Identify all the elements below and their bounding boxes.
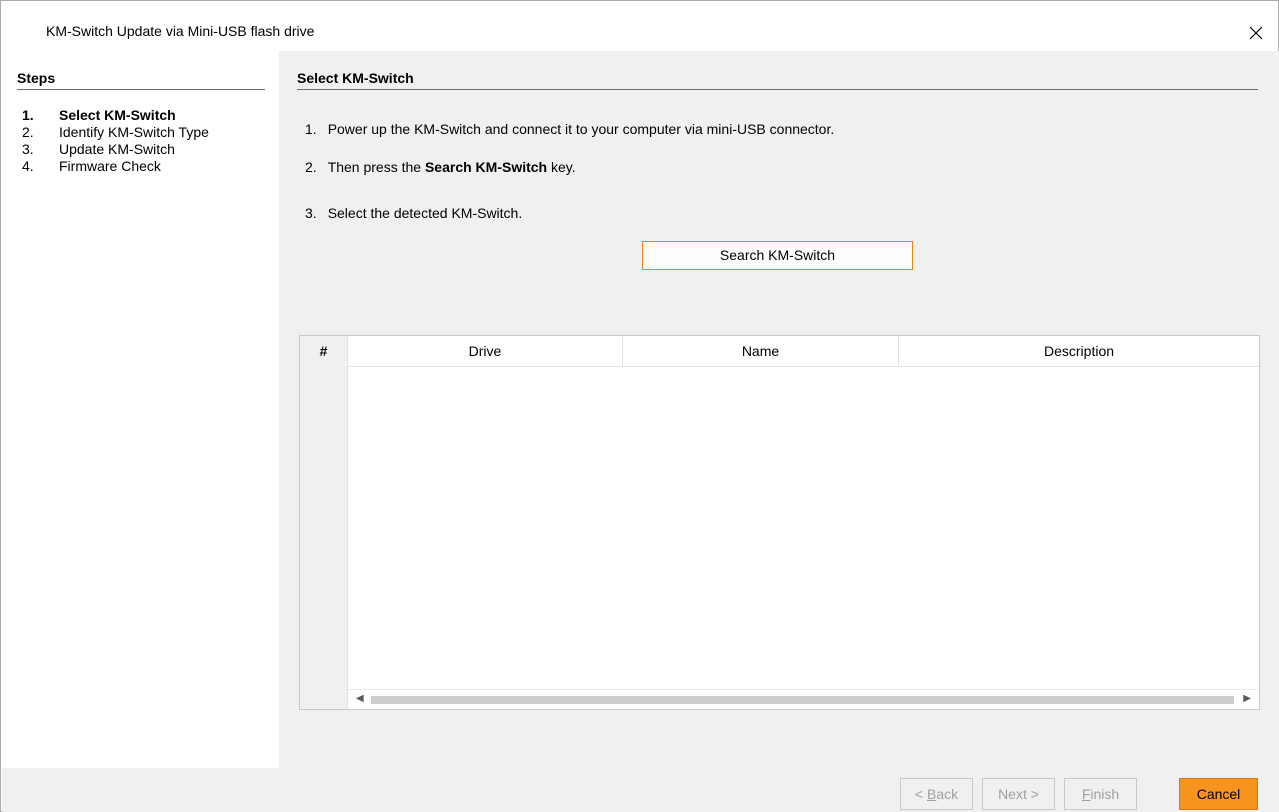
search-km-switch-button[interactable]: Search KM-Switch	[642, 241, 913, 270]
finish-label-post: inish	[1090, 786, 1120, 802]
steps-list: 1. Select KM-Switch 2. Identify KM-Switc…	[22, 107, 209, 175]
back-button[interactable]: < Back	[900, 778, 973, 810]
back-label-pre: <	[914, 786, 927, 802]
instruction-text-pre: Then press the	[327, 159, 425, 175]
row-header-column	[300, 367, 348, 709]
step-label: Select KM-Switch	[59, 107, 176, 123]
column-header-name[interactable]: Name	[623, 336, 899, 367]
instruction-number: 3.	[305, 205, 317, 221]
close-button[interactable]	[1234, 19, 1278, 47]
back-label-mnemonic: B	[926, 786, 937, 802]
step-item-select: 1. Select KM-Switch	[22, 107, 209, 124]
horizontal-scrollbar[interactable]: ◀ ▶	[348, 689, 1259, 709]
instruction-number: 2.	[305, 159, 317, 175]
close-icon	[1249, 26, 1263, 40]
step-label: Identify KM-Switch Type	[59, 124, 209, 140]
step-number: 2.	[22, 124, 34, 140]
step-number: 3.	[22, 141, 34, 157]
back-label-post: ack	[936, 786, 959, 802]
finish-button[interactable]: Finish	[1064, 778, 1137, 810]
scroll-right-icon[interactable]: ▶	[1243, 693, 1251, 704]
content-panel: Select KM-Switch 1. Power up the KM-Switc…	[279, 51, 1279, 768]
column-header-description[interactable]: Description	[899, 336, 1259, 367]
cancel-button[interactable]: Cancel	[1179, 778, 1258, 810]
instruction-1: 1. Power up the KM-Switch and connect it …	[305, 121, 834, 137]
table-header: # Drive Name Description	[300, 336, 1259, 367]
next-button[interactable]: Next >	[982, 778, 1055, 810]
column-header-number[interactable]: #	[300, 336, 348, 367]
page-title: Select KM-Switch	[297, 70, 1258, 90]
instruction-text-bold: Search KM-Switch	[424, 159, 548, 175]
step-label: Firmware Check	[59, 158, 161, 174]
scroll-left-icon[interactable]: ◀	[356, 693, 364, 704]
title-bar: KM-Switch Update via Mini-USB flash driv…	[1, 1, 1278, 51]
step-item-identify: 2. Identify KM-Switch Type	[22, 124, 209, 141]
button-bar: < Back Next > Finish Cancel	[2, 768, 1279, 812]
wizard-window: KM-Switch Update via Mini-USB flash driv…	[0, 0, 1279, 812]
instruction-text: Power up the KM-Switch and connect it to…	[327, 121, 835, 137]
instruction-text-post: key.	[547, 159, 576, 175]
step-item-update: 3. Update KM-Switch	[22, 141, 209, 158]
device-table[interactable]: # Drive Name Description ◀ ▶	[299, 335, 1260, 710]
column-header-drive[interactable]: Drive	[348, 336, 623, 367]
window-title: KM-Switch Update via Mini-USB flash driv…	[46, 23, 315, 39]
instruction-number: 1.	[305, 121, 317, 137]
step-label: Update KM-Switch	[59, 141, 175, 157]
scrollbar-thumb[interactable]	[371, 696, 1234, 704]
step-number: 1.	[22, 107, 34, 123]
steps-header: Steps	[17, 70, 265, 90]
steps-panel: Steps 1. Select KM-Switch 2. Identify KM…	[2, 51, 279, 768]
step-number: 4.	[22, 158, 34, 174]
instruction-text: Select the detected KM-Switch.	[327, 205, 523, 221]
step-item-firmware-check: 4. Firmware Check	[22, 158, 209, 175]
instruction-3: 3. Select the detected KM-Switch.	[305, 205, 522, 221]
instruction-2: 2. Then press the Search KM-Switch key.	[305, 159, 576, 175]
